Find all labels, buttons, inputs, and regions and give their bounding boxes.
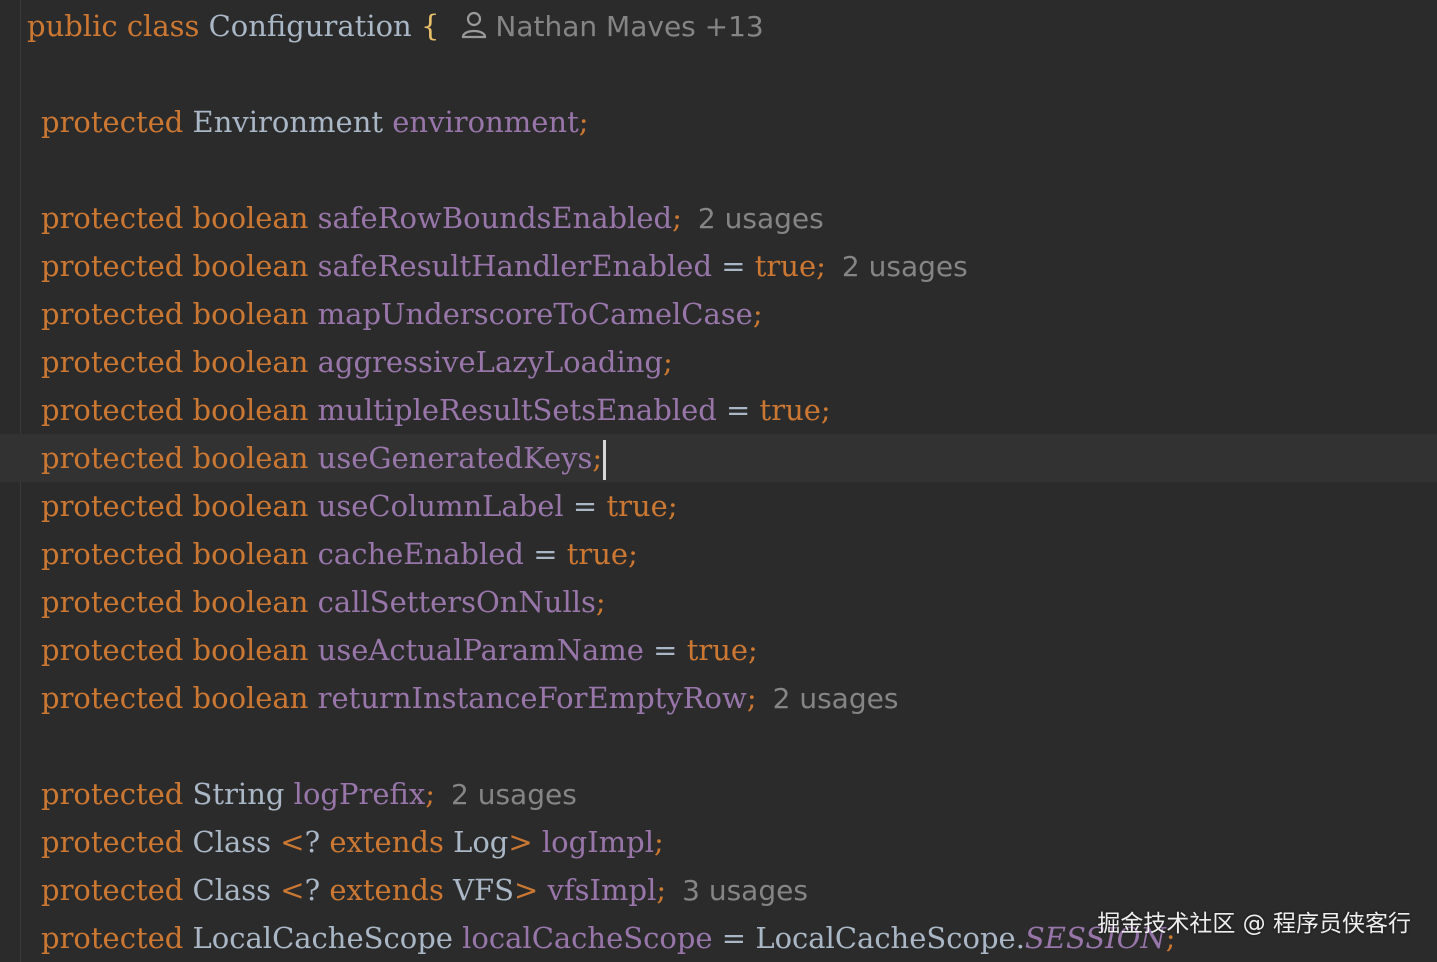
- protected-keyword: protected: [41, 921, 184, 955]
- protected-keyword: protected: [41, 201, 184, 235]
- usages-hint[interactable]: 2 usages: [698, 202, 824, 235]
- code-line-callSettersOnNulls[interactable]: protected boolean callSettersOnNulls;: [0, 578, 1437, 626]
- field-type: Class: [192, 825, 272, 859]
- field-name[interactable]: cacheEnabled: [318, 537, 524, 571]
- protected-keyword: protected: [41, 441, 184, 475]
- code-line-class-header[interactable]: public class Configuration { Nathan Maves…: [0, 2, 1437, 50]
- field-type: Environment: [192, 105, 384, 139]
- usages-hint[interactable]: 2 usages: [842, 250, 968, 283]
- field-name[interactable]: safeRowBoundsEnabled: [318, 201, 672, 235]
- field-name[interactable]: useColumnLabel: [318, 489, 564, 523]
- author-hint[interactable]: Nathan Maves +13: [461, 3, 764, 54]
- code-line-cacheEnabled[interactable]: protected boolean cacheEnabled = true;: [0, 530, 1437, 578]
- usages-hint[interactable]: 2 usages: [451, 778, 577, 811]
- field-type: String: [192, 777, 285, 811]
- true-literal: true: [566, 537, 629, 571]
- enum-owner: LocalCacheScope: [755, 921, 1016, 955]
- text-caret: [603, 440, 607, 480]
- protected-keyword: protected: [41, 105, 184, 139]
- field-name[interactable]: localCacheScope: [462, 921, 712, 955]
- code-editor[interactable]: public class Configuration { Nathan Maves…: [0, 0, 1437, 962]
- watermark: 掘金技术社区 @ 程序员侠客行: [1097, 911, 1411, 937]
- code-line-mapUnderscoreToCamelCase[interactable]: protected boolean mapUnderscoreToCamelCa…: [0, 290, 1437, 338]
- boolean-keyword: boolean: [192, 201, 309, 235]
- boolean-keyword: boolean: [192, 681, 309, 715]
- code-line-returnInstanceForEmptyRow[interactable]: protected boolean returnInstanceForEmpty…: [0, 674, 1437, 722]
- code-line-environment[interactable]: protected Environment environment;: [0, 98, 1437, 146]
- boolean-keyword: boolean: [192, 585, 309, 619]
- boolean-keyword: boolean: [192, 441, 309, 475]
- field-name[interactable]: safeResultHandlerEnabled: [318, 249, 712, 283]
- code-line-useColumnLabel[interactable]: protected boolean useColumnLabel = true;: [0, 482, 1437, 530]
- boolean-keyword: boolean: [192, 393, 309, 427]
- usages-hint[interactable]: 3 usages: [682, 874, 808, 907]
- usages-hint[interactable]: 2 usages: [773, 682, 899, 715]
- code-line-aggressiveLazyLoading[interactable]: protected boolean aggressiveLazyLoading;: [0, 338, 1437, 386]
- protected-keyword: protected: [41, 345, 184, 379]
- field-name[interactable]: mapUnderscoreToCamelCase: [318, 297, 753, 331]
- author-label: Nathan Maves +13: [495, 10, 764, 43]
- protected-keyword: protected: [41, 537, 184, 571]
- protected-keyword: protected: [41, 393, 184, 427]
- field-name[interactable]: vfsImpl: [548, 873, 657, 907]
- code-line-useGeneratedKeys[interactable]: protected boolean useGeneratedKeys;: [0, 434, 1437, 482]
- class-name[interactable]: Configuration: [209, 9, 412, 43]
- code-line-logPrefix[interactable]: protected String logPrefix; 2 usages: [0, 770, 1437, 818]
- open-brace: {: [420, 9, 440, 43]
- extends-keyword: extends: [329, 825, 444, 859]
- field-type: Class: [192, 873, 272, 907]
- boolean-keyword: boolean: [192, 297, 309, 331]
- field-type: LocalCacheScope: [192, 921, 453, 955]
- boolean-keyword: boolean: [192, 345, 309, 379]
- class-keywords: public class: [27, 9, 200, 43]
- protected-keyword: protected: [41, 873, 184, 907]
- boolean-keyword: boolean: [192, 537, 309, 571]
- field-name[interactable]: environment: [392, 105, 579, 139]
- field-name[interactable]: logImpl: [542, 825, 654, 859]
- extends-keyword: extends: [329, 873, 444, 907]
- generic-bound: VFS: [453, 873, 515, 907]
- field-name[interactable]: useGeneratedKeys: [318, 441, 593, 475]
- code-line-multipleResultSetsEnabled[interactable]: protected boolean multipleResultSetsEnab…: [0, 386, 1437, 434]
- protected-keyword: protected: [41, 585, 184, 619]
- boolean-keyword: boolean: [192, 249, 309, 283]
- protected-keyword: protected: [41, 777, 184, 811]
- field-name[interactable]: callSettersOnNulls: [318, 585, 596, 619]
- protected-keyword: protected: [41, 249, 184, 283]
- protected-keyword: protected: [41, 489, 184, 523]
- field-name[interactable]: multipleResultSetsEnabled: [318, 393, 717, 427]
- code-line-useActualParamName[interactable]: protected boolean useActualParamName = t…: [0, 626, 1437, 674]
- field-name[interactable]: logPrefix: [294, 777, 426, 811]
- generic-bound: Log: [453, 825, 509, 859]
- true-literal: true: [606, 489, 668, 523]
- protected-keyword: protected: [41, 633, 184, 667]
- code-line-safeResultHandlerEnabled[interactable]: protected boolean safeResultHandlerEnabl…: [0, 242, 1437, 290]
- true-literal: true: [754, 249, 817, 283]
- protected-keyword: protected: [41, 825, 184, 859]
- field-name[interactable]: returnInstanceForEmptyRow: [318, 681, 747, 715]
- field-name[interactable]: aggressiveLazyLoading: [318, 345, 663, 379]
- code-line-safeRowBoundsEnabled[interactable]: protected boolean safeRowBoundsEnabled; 2…: [0, 194, 1437, 242]
- protected-keyword: protected: [41, 297, 184, 331]
- code-line-logImpl[interactable]: protected Class <? extends Log> logImpl;: [0, 818, 1437, 866]
- boolean-keyword: boolean: [192, 633, 309, 667]
- boolean-keyword: boolean: [192, 489, 309, 523]
- user-icon: [461, 6, 487, 54]
- field-name[interactable]: useActualParamName: [318, 633, 644, 667]
- true-literal: true: [759, 393, 821, 427]
- true-literal: true: [686, 633, 749, 667]
- protected-keyword: protected: [41, 681, 184, 715]
